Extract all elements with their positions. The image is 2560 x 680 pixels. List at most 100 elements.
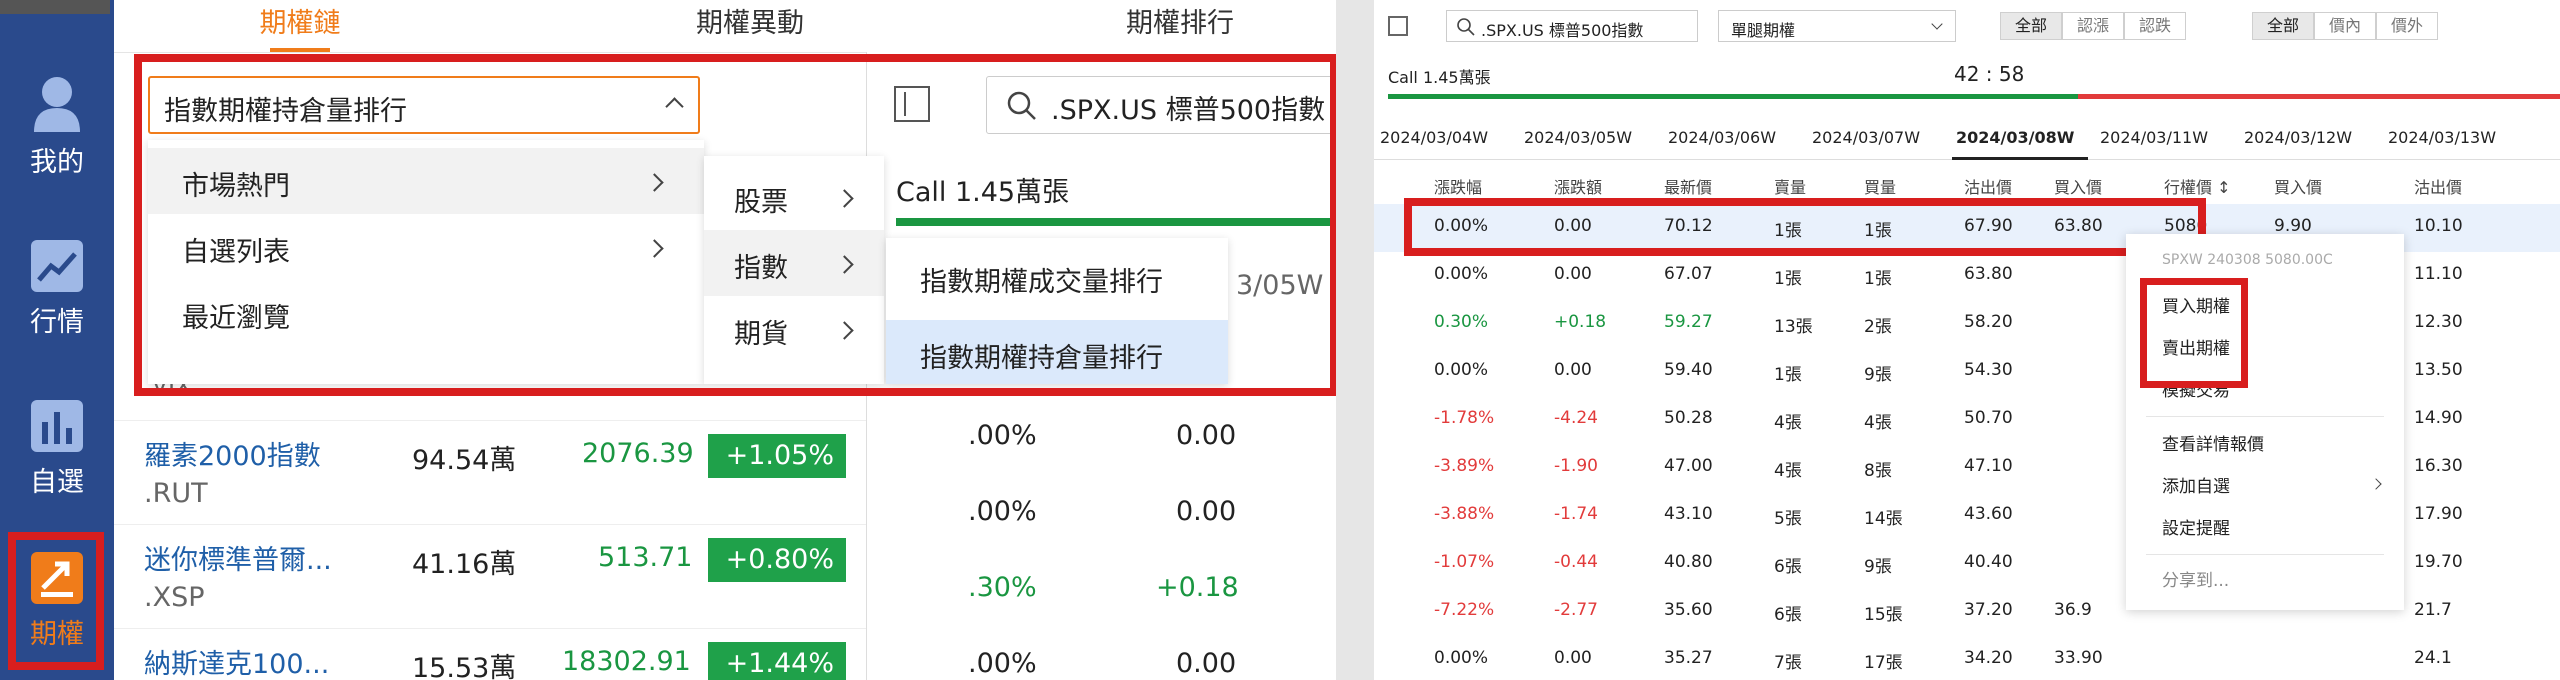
table-cell: 21.7 — [2414, 600, 2452, 620]
sidebar-item-mine[interactable]: 我的 — [0, 74, 114, 179]
ranking-dropdown[interactable]: 指數期權持倉量排行 — [148, 76, 700, 134]
menu-item-share[interactable]: 分享到... — [2162, 566, 2229, 591]
table-cell: 67.90 — [1964, 216, 2013, 236]
cell-val: 0.00 — [1176, 420, 1237, 451]
table-cell: 54.30 — [1964, 360, 2013, 380]
table-cell: 47.00 — [1664, 456, 1713, 476]
active-date-underline — [1952, 157, 2088, 160]
filter-puts[interactable]: 認跌 — [2124, 12, 2186, 40]
menu-item-market-hot[interactable]: 市場熱門 — [148, 148, 704, 214]
table-cell: 59.27 — [1664, 312, 1713, 332]
table-cell: 17張 — [1864, 653, 1903, 673]
bar-chart-icon — [31, 400, 83, 452]
expiry-date-tab[interactable]: 2024/03/08W — [1956, 128, 2074, 147]
tab-option-movers[interactable]: 期權異動 — [600, 0, 900, 52]
expiry-date-tab[interactable]: 2024/03/07W — [1812, 128, 1920, 147]
sidebar-item-market[interactable]: 行情 — [0, 238, 114, 339]
put-ratio-bar — [2078, 94, 2560, 99]
dropdown-value: 指數期權持倉量排行 — [164, 96, 407, 127]
table-cell: 15張 — [1864, 605, 1903, 625]
table-cell: 1張 — [1774, 365, 1802, 385]
table-cell: 0.00% — [1434, 264, 1489, 284]
table-cell: 70.12 — [1664, 216, 1713, 236]
expiry-date-tab[interactable]: 2024/03/04W — [1380, 128, 1488, 147]
search-value: .SPX.US 標普500指數 — [1481, 21, 1644, 40]
table-cell: 7張 — [1774, 653, 1802, 673]
chevron-right-icon — [835, 189, 854, 208]
filter-calls[interactable]: 認漲 — [2062, 12, 2124, 40]
table-cell: -4.24 — [1554, 408, 1598, 428]
table-cell: 0.00 — [1554, 360, 1592, 380]
menu-item-label: 期貨 — [734, 319, 788, 350]
call-ratio-bar — [896, 218, 1336, 226]
table-cell: 36.9 — [2054, 600, 2092, 620]
search-value: .SPX.US 標普500指數 — [1051, 95, 1326, 126]
menu-item-watchlist[interactable]: 自選列表 — [148, 214, 704, 280]
menu-divider — [2146, 416, 2384, 417]
table-cell: 37.20 — [1964, 600, 2013, 620]
table-cell: 63.80 — [2054, 216, 2103, 236]
column-header: 漲跌額 — [1554, 178, 1603, 197]
table-cell: 5張 — [1774, 509, 1802, 529]
table-row[interactable]: 納斯達克100... 15.53萬 18302.91 +1.44% — [114, 628, 866, 680]
sidebar: 我的 行情 自選 期權 — [0, 0, 114, 680]
menu-level2: 股票 指數 期貨 — [704, 156, 884, 384]
menu-item-index[interactable]: 指數 — [704, 230, 884, 296]
expiry-date-tab[interactable]: 2024/03/06W — [1668, 128, 1776, 147]
user-icon — [34, 77, 80, 132]
table-cell: 6張 — [1774, 605, 1802, 625]
table-cell: 47.10 — [1964, 456, 2013, 476]
search-input[interactable]: .SPX.US 標普500指數 — [1446, 10, 1698, 42]
table-cell: -7.22% — [1434, 600, 1495, 620]
menu-item-futures[interactable]: 期貨 — [704, 296, 884, 362]
expiry-date-tab[interactable]: 2024/03/13W — [2388, 128, 2496, 147]
table-cell: 9張 — [1864, 557, 1892, 577]
table-cell: -1.78% — [1434, 408, 1495, 428]
search-input[interactable]: .SPX.US 標普500指數 — [986, 76, 1336, 134]
menu-item-detail-quote[interactable]: 查看詳情報價 — [2162, 430, 2264, 455]
menu-item-add-watchlist[interactable]: 添加自選 — [2162, 472, 2230, 497]
menu-item-index-oi-rank[interactable]: 指數期權持倉量排行 — [886, 320, 1228, 384]
tab-option-ranking[interactable]: 期權排行 — [1030, 0, 1330, 52]
table-cell: -1.07% — [1434, 552, 1495, 572]
expiry-date-tab[interactable]: 2024/03/11W — [2100, 128, 2208, 147]
call-volume-label: Call 1.45萬張 — [896, 177, 1070, 208]
menu-item-recent[interactable]: 最近瀏覽 — [148, 280, 704, 346]
table-cell: 17.90 — [2414, 504, 2463, 524]
date-fragment[interactable]: 3/05W — [1236, 270, 1323, 301]
table-row[interactable]: 迷你標準普爾... .XSP 41.16萬 513.71 +0.80% — [114, 524, 866, 628]
menu-item-paper-trade[interactable]: 模擬交易 — [2162, 376, 2230, 401]
menu-level1: 市場熱門 自選列表 最近瀏覽 — [148, 140, 704, 384]
menu-item-buy-option[interactable]: 買入期權 — [2162, 292, 2230, 317]
options-arrow-icon — [31, 552, 83, 604]
cell-val: 0.00 — [1176, 496, 1237, 527]
filter-all-moneyness[interactable]: 全部 — [2252, 12, 2314, 40]
table-cell: -2.77 — [1554, 600, 1598, 620]
table-row[interactable]: 羅素2000指數 .RUT 94.54萬 2076.39 +1.05% — [114, 420, 866, 524]
panel-toggle-icon[interactable] — [894, 86, 930, 122]
row-volume: 94.54萬 — [412, 445, 517, 476]
table-row[interactable]: 0.00% 0.00 35.27 7張 17張 34.20 33.90 24.1 — [1374, 636, 2560, 680]
sidebar-item-watchlist[interactable]: 自選 — [0, 398, 114, 499]
column-header: 沽出價 — [1964, 178, 2013, 197]
filter-otm[interactable]: 價外 — [2376, 12, 2438, 40]
tab-option-chain[interactable]: 期權鏈 — [150, 0, 450, 52]
table-cell: 35.60 — [1664, 600, 1713, 620]
filter-itm[interactable]: 價內 — [2314, 12, 2376, 40]
context-menu: SPXW 240308 5080.00C 買入期權 賣出期權 模擬交易 查看詳情… — [2126, 234, 2404, 610]
expiry-date-tab[interactable]: 2024/03/12W — [2244, 128, 2352, 147]
menu-item-set-alert[interactable]: 設定提醒 — [2162, 514, 2230, 539]
column-header: 漲跌幅 — [1434, 178, 1483, 197]
screenshot-stage: 我的 行情 自選 期權 期權鏈 期權異動 期權排行 指數期權持倉量排行 .SPX… — [0, 0, 2560, 680]
filter-all-calls-puts[interactable]: 全部 — [2000, 12, 2062, 40]
table-cell: 33.90 — [2054, 648, 2103, 668]
menu-item-index-volume-rank[interactable]: 指數期權成交量排行 — [886, 244, 1228, 308]
menu-item-stocks[interactable]: 股票 — [704, 164, 884, 230]
menu-item-sell-option[interactable]: 賣出期權 — [2162, 334, 2230, 359]
table-cell: -1.90 — [1554, 456, 1598, 476]
column-header[interactable]: 行權價 ↕ — [2164, 174, 2231, 198]
expiry-date-tab[interactable]: 2024/03/05W — [1524, 128, 1632, 147]
panel-toggle-icon[interactable] — [1388, 16, 1408, 36]
sidebar-item-options[interactable]: 期權 — [0, 550, 114, 651]
option-type-select[interactable]: 單腿期權 — [1718, 10, 1956, 42]
